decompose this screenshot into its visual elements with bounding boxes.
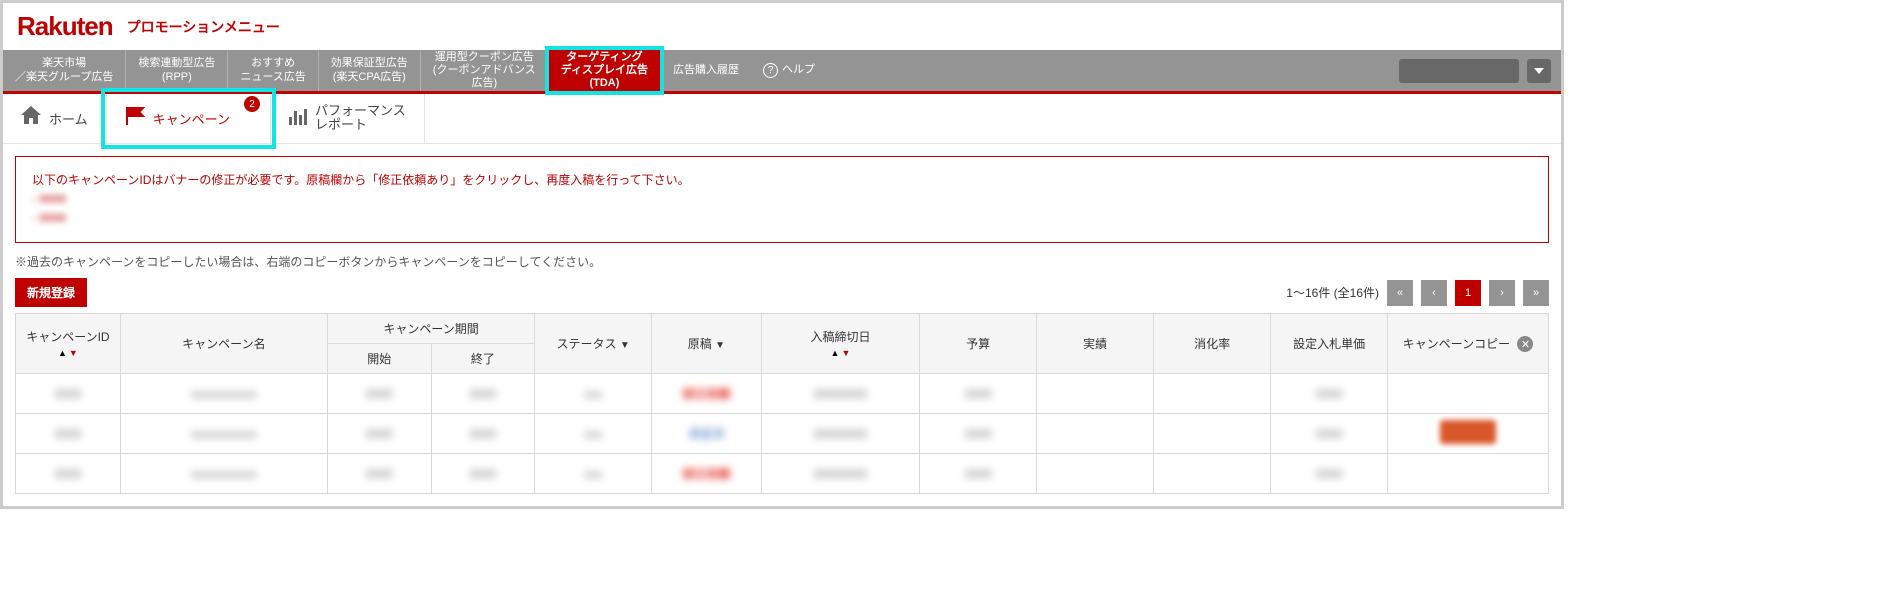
page-summary: 1～16件 (全16件) bbox=[1286, 284, 1379, 301]
new-register-button[interactable]: 新規登録 bbox=[15, 278, 87, 307]
subtabs: ホーム キャンペーン 2 パフォーマンス レポート bbox=[3, 94, 1561, 144]
nav-tda[interactable]: ターゲティング ディスプレイ広告 (TDA) bbox=[548, 50, 660, 91]
bar-chart-icon bbox=[289, 109, 307, 128]
col-campaign-name[interactable]: キャンペーン名 bbox=[120, 314, 327, 374]
nav-right-controls bbox=[1399, 50, 1561, 91]
help-icon: ? bbox=[763, 63, 778, 78]
nav-news-ads[interactable]: おすすめ ニュース広告 bbox=[227, 50, 317, 91]
col-actual: 実績 bbox=[1037, 314, 1154, 374]
subtab-home-label: ホーム bbox=[49, 109, 88, 128]
pagination-area: 1～16件 (全16件) « ‹ 1 › » bbox=[1286, 280, 1549, 306]
col-period: キャンペーン期間 bbox=[327, 314, 534, 344]
subtab-home[interactable]: ホーム bbox=[3, 94, 107, 143]
alert-item: - 0000 bbox=[32, 190, 1532, 209]
page-first-button[interactable]: « bbox=[1387, 280, 1413, 306]
col-campaign-id[interactable]: キャンペーンID ▲▼ bbox=[16, 314, 121, 374]
account-dropdown-toggle[interactable] bbox=[1527, 59, 1551, 83]
copy-note: ※過去のキャンペーンをコピーしたい場合は、右端のコピーボタンからキャンペーンをコ… bbox=[15, 253, 1549, 270]
top-nav: 楽天市場 ／楽天グループ広告 検索連動型広告 (RPP) おすすめ ニュース広告… bbox=[3, 50, 1561, 94]
page-next-button[interactable]: › bbox=[1489, 280, 1515, 306]
brand-logo: Rakuten bbox=[17, 11, 113, 42]
caret-down-icon bbox=[1534, 68, 1544, 74]
col-end: 終了 bbox=[431, 344, 535, 374]
page-last-button[interactable]: » bbox=[1523, 280, 1549, 306]
col-status[interactable]: ステータス ▼ bbox=[535, 314, 652, 374]
col-deadline[interactable]: 入稿締切日 ▲▼ bbox=[761, 314, 919, 374]
toolbar: 新規登録 1～16件 (全16件) « ‹ 1 › » bbox=[15, 278, 1549, 307]
header-bar: Rakuten プロモーションメニュー bbox=[3, 3, 1561, 50]
table-row[interactable]: 0000 xxxxxxxxxxx 0000 0000 xxx 修正依頼 0000… bbox=[16, 454, 1549, 494]
alert-box: 以下のキャンペーンIDはバナーの修正が必要です。原稿欄から「修正依頼あり」をクリ… bbox=[15, 156, 1549, 244]
account-button[interactable] bbox=[1399, 59, 1519, 83]
col-rate: 消化率 bbox=[1154, 314, 1271, 374]
alert-item: - 0000 bbox=[32, 209, 1532, 228]
nav-rakuten-group-ads[interactable]: 楽天市場 ／楽天グループ広告 bbox=[3, 50, 125, 91]
nav-cpa-ads[interactable]: 効果保証型広告 (楽天CPA広告) bbox=[318, 50, 420, 91]
copy-button[interactable] bbox=[1440, 420, 1496, 444]
filter-icon: ▼ bbox=[715, 340, 725, 351]
subtab-report-label-2: レポート bbox=[315, 118, 406, 132]
subtab-campaign-label: キャンペーン bbox=[153, 109, 230, 128]
campaign-badge: 2 bbox=[244, 96, 260, 112]
nav-help[interactable]: ?ヘルプ bbox=[751, 50, 827, 91]
col-bid: 設定入札単価 bbox=[1271, 314, 1388, 374]
col-copy: キャンペーンコピー ✕ bbox=[1388, 314, 1549, 374]
subtab-report[interactable]: パフォーマンス レポート bbox=[271, 94, 425, 143]
flag-icon bbox=[125, 107, 145, 130]
sort-icon: ▲▼ bbox=[831, 348, 851, 358]
home-icon bbox=[21, 106, 41, 130]
col-budget: 予算 bbox=[920, 314, 1037, 374]
close-icon[interactable]: ✕ bbox=[1517, 336, 1533, 352]
campaign-table: キャンペーンID ▲▼ キャンペーン名 キャンペーン期間 ステータス ▼ 原稿 … bbox=[15, 313, 1549, 494]
col-creative[interactable]: 原稿 ▼ bbox=[652, 314, 762, 374]
sort-icon: ▲▼ bbox=[58, 348, 78, 358]
alert-message: 以下のキャンペーンIDはバナーの修正が必要です。原稿欄から「修正依頼あり」をクリ… bbox=[32, 171, 1532, 190]
content-area: 以下のキャンペーンIDはバナーの修正が必要です。原稿欄から「修正依頼あり」をクリ… bbox=[3, 144, 1561, 507]
table-row[interactable]: 0000 xxxxxxxxxxx 0000 0000 xxx 修正依頼 0000… bbox=[16, 374, 1549, 414]
page-current[interactable]: 1 bbox=[1455, 280, 1481, 306]
subtab-report-label-1: パフォーマンス bbox=[315, 104, 406, 118]
nav-ad-history[interactable]: 広告購入履歴 bbox=[660, 50, 751, 91]
nav-rpp[interactable]: 検索連動型広告 (RPP) bbox=[125, 50, 227, 91]
page-prev-button[interactable]: ‹ bbox=[1421, 280, 1447, 306]
page-title: プロモーションメニュー bbox=[127, 17, 280, 37]
nav-coupon-advance[interactable]: 運用型クーポン広告 (クーポンアドバンス 広告) bbox=[420, 50, 548, 91]
col-start: 開始 bbox=[327, 344, 431, 374]
table-row[interactable]: 0000 xxxxxxxxxxx 0000 0000 xxx 承認済 00000… bbox=[16, 414, 1549, 454]
subtab-campaign[interactable]: キャンペーン 2 bbox=[107, 94, 271, 143]
filter-icon: ▼ bbox=[620, 340, 630, 351]
